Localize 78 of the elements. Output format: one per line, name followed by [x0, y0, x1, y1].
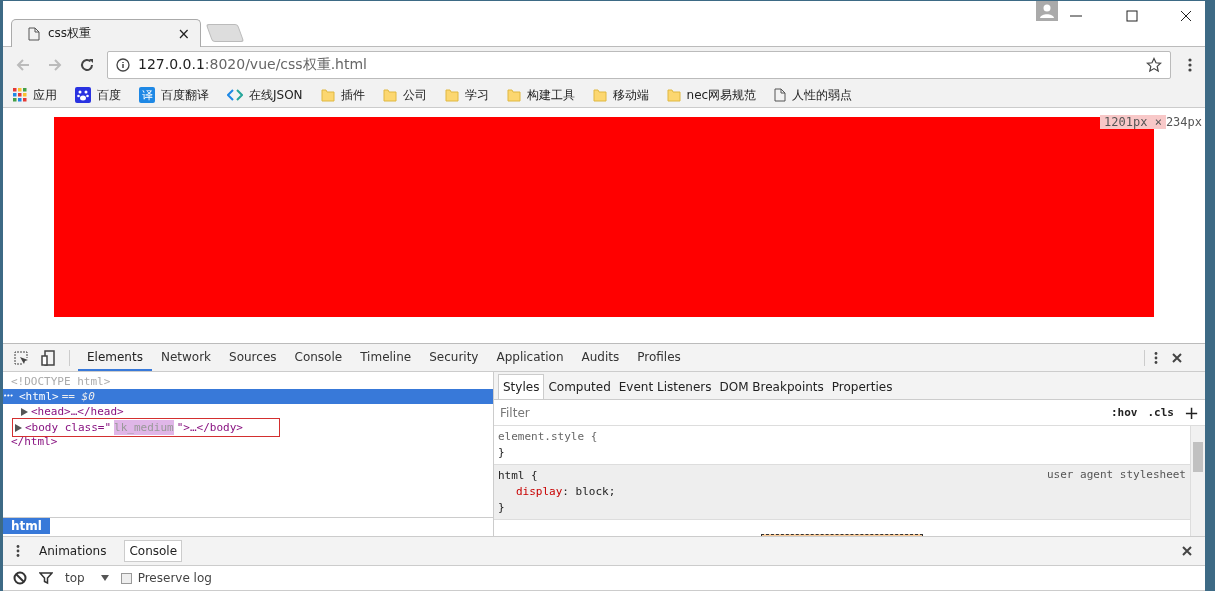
- devtools-tab[interactable]: Sources: [220, 344, 286, 371]
- checkbox-label: Preserve log: [137, 571, 212, 585]
- devtools-tab[interactable]: Network: [151, 344, 221, 371]
- styles-tab[interactable]: Event Listeners: [614, 375, 716, 399]
- more-icon[interactable]: [1153, 350, 1159, 365]
- bookmark[interactable]: nec网易规范: [666, 86, 757, 104]
- tab-title: css权重: [48, 25, 93, 42]
- star-icon[interactable]: [1146, 57, 1162, 73]
- bookmark[interactable]: 应用: [13, 86, 57, 104]
- bookmark[interactable]: 人性的弱点: [774, 86, 853, 104]
- reload-icon[interactable]: [79, 57, 95, 73]
- folder-icon: [444, 88, 459, 102]
- dom-node[interactable]: <body class=" lk_medium ">…</body>: [13, 419, 279, 436]
- styles-tab[interactable]: Properties: [827, 375, 897, 399]
- rule-source: user agent stylesheet: [1046, 468, 1186, 483]
- bookmark[interactable]: 构建工具: [506, 86, 575, 104]
- styles-tab[interactable]: Computed: [544, 375, 615, 399]
- close-icon[interactable]: [1181, 545, 1193, 557]
- info-icon: [116, 58, 130, 72]
- breadcrumb[interactable]: html: [3, 518, 50, 534]
- drawer-tab[interactable]: Console: [124, 540, 183, 562]
- close-icon[interactable]: [1171, 351, 1183, 364]
- paw-icon: [75, 87, 91, 103]
- more-icon[interactable]: [15, 544, 21, 558]
- device-icon[interactable]: [41, 349, 57, 366]
- tab-close-button[interactable]: ×: [177, 24, 190, 43]
- browser-tab[interactable]: css权重 ×: [11, 19, 201, 47]
- address-bar[interactable]: 127.0.0.1:8020/vue/css权重.html: [107, 51, 1171, 79]
- class-toggle-button[interactable]: .cls: [1147, 406, 1174, 419]
- bookmark[interactable]: 学习: [444, 86, 489, 104]
- translate-icon: 译: [139, 87, 155, 103]
- css-declaration: display: block;: [515, 484, 617, 500]
- folder-icon: [320, 88, 335, 102]
- apps-grid-icon: [13, 88, 27, 102]
- close-icon[interactable]: [1179, 9, 1193, 23]
- css-selector: element.style {: [498, 429, 598, 445]
- clear-icon[interactable]: [13, 571, 27, 585]
- inspect-icon[interactable]: [13, 349, 29, 366]
- bookmark[interactable]: 插件: [320, 86, 365, 104]
- maximize-icon[interactable]: [1125, 9, 1139, 23]
- dom-node[interactable]: <head>…</head>: [21, 404, 124, 419]
- devtools-tab[interactable]: Profiles: [628, 344, 690, 371]
- bookmark[interactable]: 公司: [382, 86, 427, 104]
- devtools-tab[interactable]: Audits: [572, 344, 629, 371]
- devtools-tab[interactable]: Console: [285, 344, 352, 371]
- dom-node[interactable]: </html>: [11, 434, 58, 449]
- devtools-tab[interactable]: Application: [487, 344, 573, 371]
- bookmark[interactable]: 百度: [75, 86, 121, 104]
- hover-toggle-button[interactable]: :hov: [1110, 406, 1138, 419]
- scrollbar[interactable]: [1190, 426, 1205, 536]
- devtools-tab[interactable]: Elements: [78, 344, 152, 371]
- page-icon: [28, 26, 40, 41]
- size-tooltip: 1201px × 234px: [1100, 115, 1205, 129]
- page-icon: [774, 88, 787, 102]
- dom-node[interactable]: <html> == $0: [19, 389, 95, 404]
- code-icon: [227, 89, 243, 101]
- bookmark[interactable]: 译 百度翻译: [139, 86, 209, 104]
- url-text: 127.0.0.1:8020/vue/css权重.html: [138, 56, 367, 74]
- closing-brace: }: [498, 445, 506, 461]
- drawer-tab[interactable]: Animations: [35, 541, 111, 561]
- add-rule-button[interactable]: +: [1183, 404, 1199, 421]
- css-selector: html {: [498, 468, 538, 484]
- styles-tab[interactable]: Styles: [498, 374, 545, 399]
- devtools-tab[interactable]: Timeline: [351, 344, 421, 371]
- closing-brace: }: [498, 500, 506, 516]
- styles-tab[interactable]: DOM Breakpoints: [715, 375, 828, 399]
- dropdown-caret-icon: [100, 575, 109, 581]
- folder-icon: [506, 88, 521, 102]
- folder-icon: [382, 88, 397, 102]
- bookmark[interactable]: 在线JSON: [227, 86, 303, 104]
- bookmark[interactable]: 移动端: [592, 86, 649, 104]
- filter-icon[interactable]: [39, 571, 53, 585]
- context-select[interactable]: top: [65, 571, 109, 585]
- devtools-tab[interactable]: Security: [420, 344, 488, 371]
- checkbox[interactable]: [120, 572, 132, 584]
- folder-icon: [592, 88, 607, 102]
- menu-icon[interactable]: [1187, 57, 1193, 73]
- folder-icon: [666, 88, 681, 102]
